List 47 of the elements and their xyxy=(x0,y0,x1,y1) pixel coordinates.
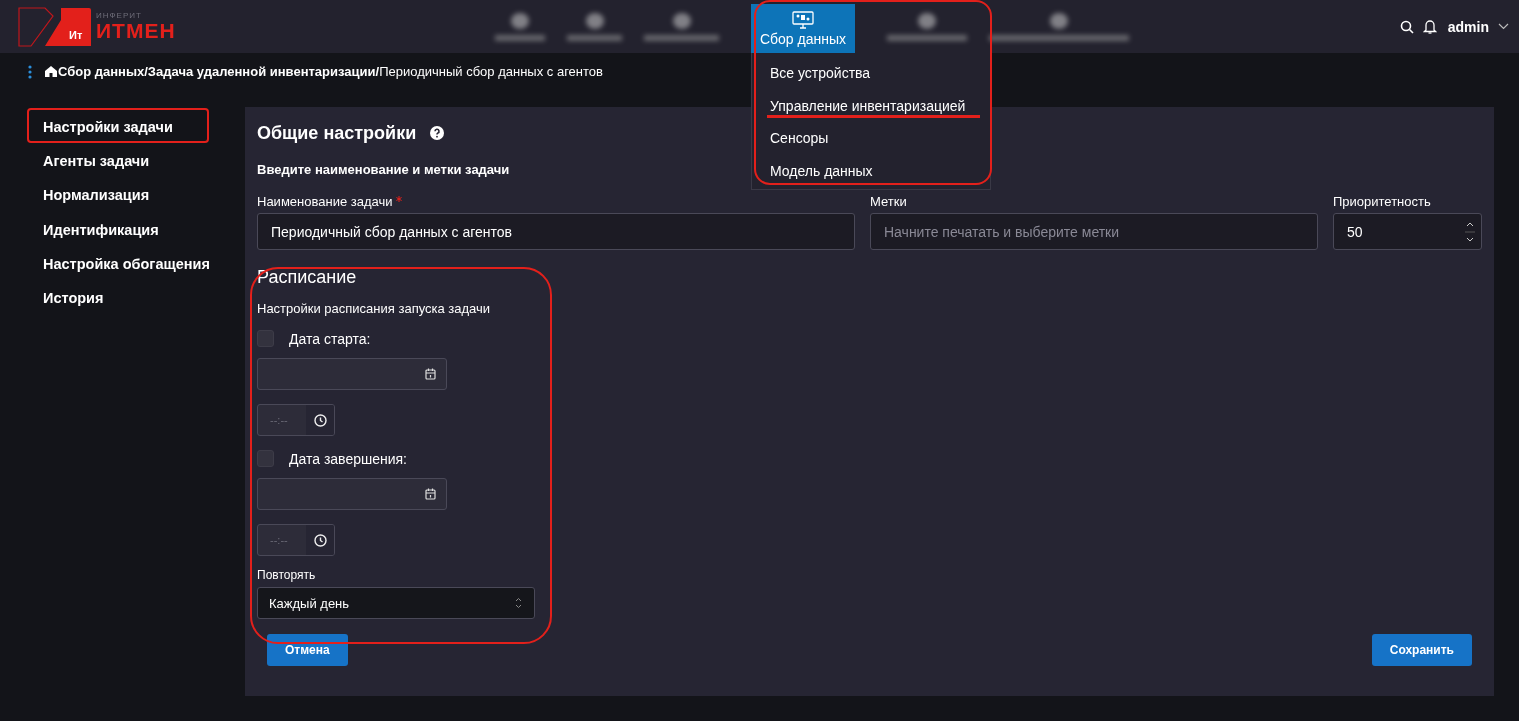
sidebar-item[interactable]: Агенты задачи xyxy=(43,144,245,179)
date-field[interactable] xyxy=(257,478,447,510)
breadcrumb[interactable]: Сбор данных/Задача удаленной инвентаризации/Периодичный сбор данных с агентов xyxy=(58,64,603,79)
task-name-field[interactable]: Периодичный сбор данных с агентов xyxy=(257,213,855,250)
chevron-down-icon[interactable] xyxy=(1498,23,1509,30)
checkbox-label: Дата завершения: xyxy=(289,450,407,467)
schedule-title: Расписание xyxy=(257,267,357,288)
menu-item[interactable]: Управление инвентаризацией xyxy=(770,89,966,122)
repeat-select[interactable]: Каждый день xyxy=(257,587,535,619)
logo-badge-text: Ит xyxy=(69,28,83,41)
section-subtitle: Введите наименование и метки задачи xyxy=(257,162,510,177)
home-icon[interactable] xyxy=(44,65,58,78)
sidebar-item[interactable]: Нормализация xyxy=(43,178,245,213)
priority-field[interactable]: 50 xyxy=(1333,213,1482,250)
sort-caret-icon xyxy=(515,597,522,609)
user-name[interactable]: admin xyxy=(1447,18,1489,35)
field-label: Приоритетность xyxy=(1333,194,1432,209)
search-icon[interactable] xyxy=(1399,19,1414,34)
kebab-menu-icon[interactable] xyxy=(28,64,32,79)
nav-tab[interactable]: Сбор данных xyxy=(751,4,855,53)
field-label: Метки xyxy=(870,194,908,209)
menu-item[interactable]: Сенсоры xyxy=(770,122,829,155)
logo-title: ИТМЕН xyxy=(96,20,176,42)
calendar-icon[interactable] xyxy=(425,368,436,380)
menu-item[interactable]: Все устройства xyxy=(770,57,871,90)
cancel-button[interactable]: Отмена xyxy=(267,634,348,666)
menu-item[interactable]: Модель данных xyxy=(770,154,873,187)
clock-icon[interactable] xyxy=(313,413,327,427)
field-label: Повторять xyxy=(257,568,316,582)
monitor-icon xyxy=(792,10,814,29)
sidebar-item[interactable]: Настройки задачи xyxy=(43,110,245,145)
sidebar-item[interactable]: Настройка обогащения xyxy=(43,246,245,281)
section-title: Общие настройки xyxy=(257,122,417,144)
logo-icon xyxy=(17,5,92,48)
schedule-subtitle: Настройки расписания запуска задачи xyxy=(257,301,491,316)
save-button[interactable]: Сохранить xyxy=(1371,634,1472,666)
date-field[interactable] xyxy=(257,358,447,390)
tags-field[interactable]: Начните печатать и выберите метки xyxy=(870,213,1318,250)
help-icon[interactable] xyxy=(430,126,445,140)
bell-icon[interactable] xyxy=(1422,18,1437,35)
checkbox-label: Дата старта: xyxy=(289,330,371,347)
clock-icon[interactable] xyxy=(313,533,327,547)
calendar-icon[interactable] xyxy=(425,488,436,500)
logo-subtitle: ИНФЕРИТ xyxy=(96,11,143,20)
sidebar-item[interactable]: История xyxy=(43,280,245,316)
sidebar-item[interactable]: Идентификация xyxy=(43,212,245,247)
field-label: Наименование задачи xyxy=(257,194,393,209)
